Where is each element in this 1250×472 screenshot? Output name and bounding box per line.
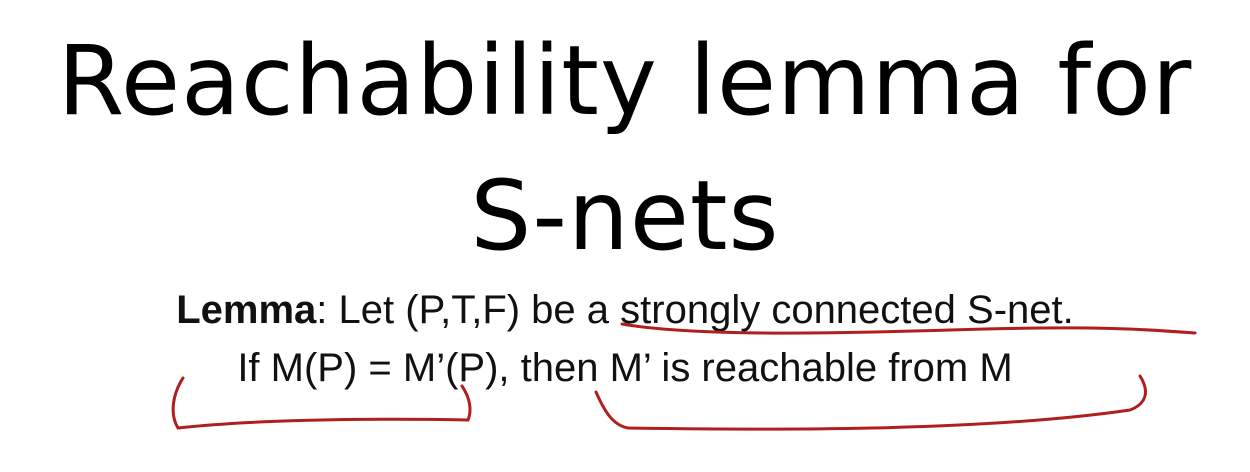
slide-title-line-1: Reachability lemma for <box>57 25 1193 137</box>
lemma-statement-line-2: If M(P) = M’(P), then M’ is reachable fr… <box>237 346 1013 390</box>
slide: Reachability lemma for S-nets Lemma: Let… <box>0 0 1250 472</box>
lemma-line-1-text: : Let (P,T,F) be a strongly connected S-… <box>316 288 1074 332</box>
slide-title-line-2: S-nets <box>470 160 780 272</box>
lemma-statement-line-1: Lemma: Let (P,T,F) be a strongly connect… <box>0 290 1250 330</box>
lemma-label: Lemma <box>176 288 317 332</box>
